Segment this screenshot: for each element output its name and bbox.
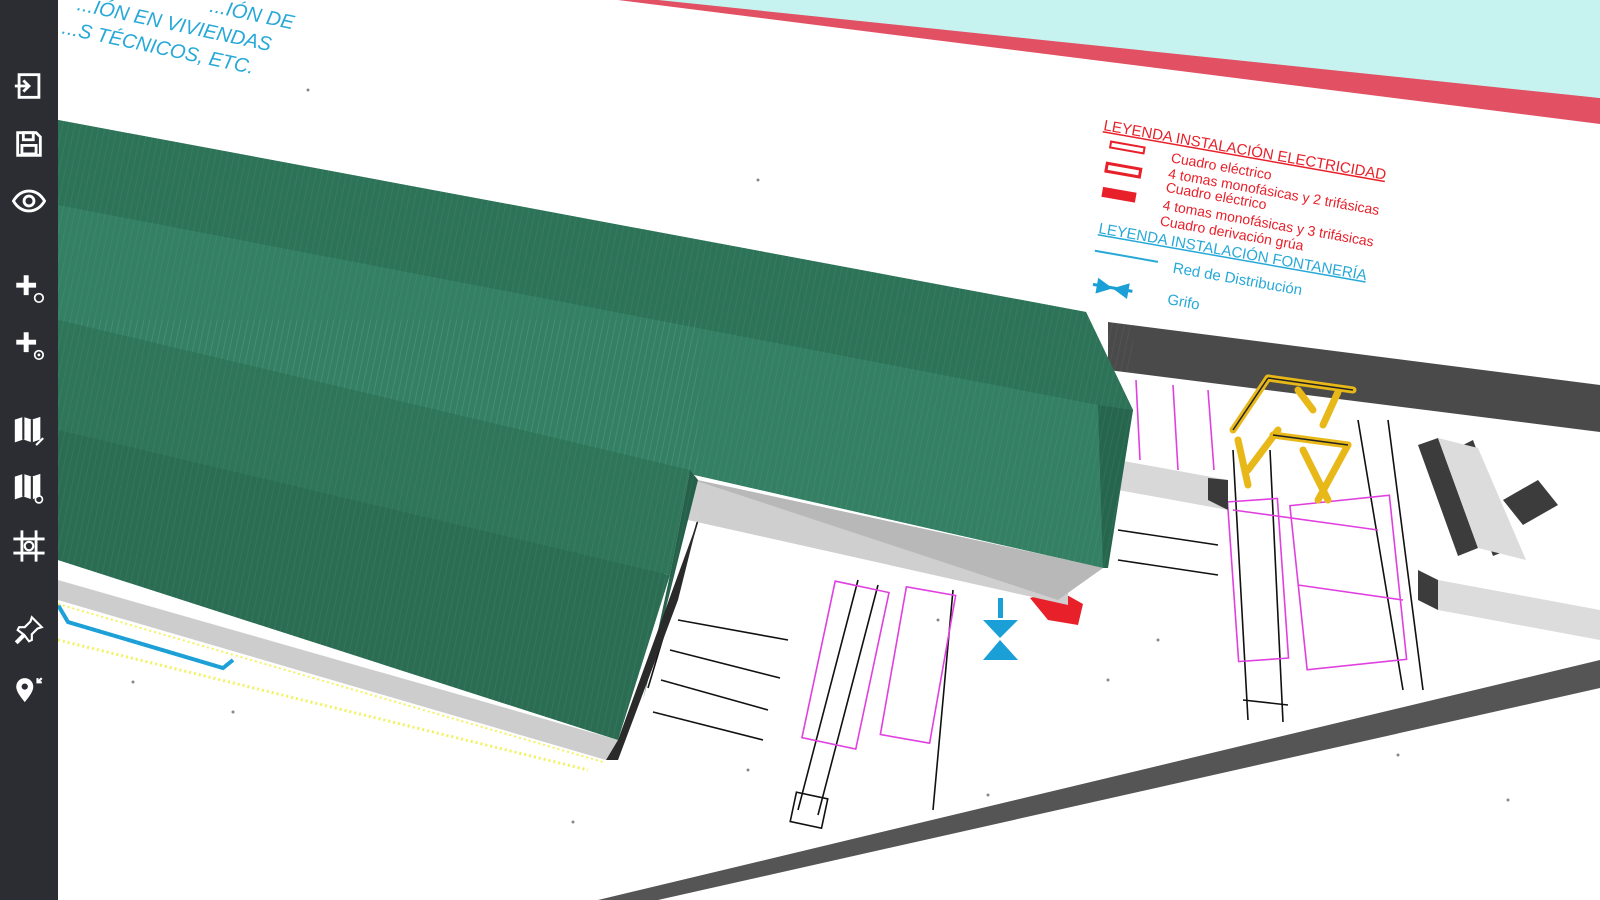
add-group-button[interactable]	[9, 325, 49, 365]
import-icon	[14, 73, 41, 99]
3d-viewport[interactable]: ...IÓN DE ...IÓN EN VIVIENDAS ...S TÉCNI…	[58, 0, 1600, 900]
scene-canvas: ...IÓN DE ...IÓN EN VIVIENDAS ...S TÉCNI…	[58, 0, 1600, 900]
map-view-button[interactable]	[9, 468, 49, 508]
add-element-button[interactable]	[9, 268, 49, 308]
location-icon	[16, 677, 43, 703]
save-icon	[16, 131, 42, 157]
grid-icon	[13, 530, 45, 562]
map-view-icon	[14, 473, 44, 504]
locate-button[interactable]	[9, 668, 49, 708]
import-button[interactable]	[9, 66, 49, 106]
pin-button[interactable]	[9, 610, 49, 650]
map-edit-icon	[14, 416, 44, 446]
map-edit-button[interactable]	[9, 411, 49, 451]
left-toolbar	[0, 0, 58, 900]
grid-button[interactable]	[9, 526, 49, 566]
add-group-icon	[16, 332, 45, 361]
view-button[interactable]	[9, 181, 49, 221]
eye-icon	[12, 189, 46, 213]
add-element-icon	[16, 275, 45, 304]
save-button[interactable]	[9, 124, 49, 164]
pin-icon	[14, 615, 44, 645]
